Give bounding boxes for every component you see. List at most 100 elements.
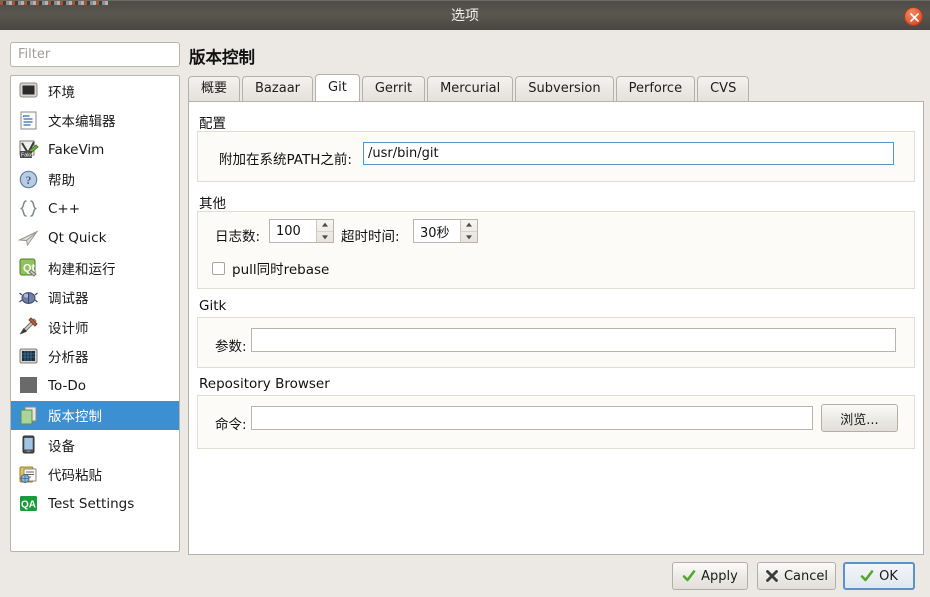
fakevim-icon: Fake <box>18 139 39 160</box>
sidebar-item-9[interactable]: 设计师 <box>11 312 179 342</box>
window-title: 选项 <box>451 8 479 24</box>
sidebar-item-label: FakeVim <box>48 141 105 158</box>
sidebar-item-label: 环境 <box>48 84 75 101</box>
group-title-repo-browser: Repository Browser <box>199 376 330 392</box>
tab-概要[interactable]: 概要 <box>188 76 241 101</box>
ok-label: OK <box>879 568 898 584</box>
sidebar-nav-list[interactable]: 环境 文本编辑器 Fake FakeVim? 帮助 C++ Qt Quick Qt 构建和运行调… <box>10 75 180 552</box>
svg-text:Fake: Fake <box>21 153 33 159</box>
page-title: 版本控制 <box>189 48 255 67</box>
analyzer-grid-icon <box>18 346 39 367</box>
tab-Gerrit[interactable]: Gerrit <box>361 76 426 101</box>
pull-rebase-label: pull同时rebase <box>232 262 330 278</box>
close-icon[interactable] <box>904 7 923 26</box>
browse-button[interactable]: 浏览... <box>821 404 898 432</box>
group-title-config: 配置 <box>199 116 226 132</box>
sidebar-item-3[interactable]: Fake FakeVim <box>11 135 179 165</box>
sidebar-item-label: 构建和运行 <box>48 261 116 278</box>
svg-text:QA: QA <box>21 500 36 511</box>
gitk-args-input[interactable] <box>251 328 896 352</box>
pull-rebase-checkbox-row[interactable]: pull同时rebase <box>212 258 329 278</box>
timeout-arrows[interactable] <box>460 220 477 242</box>
sidebar-item-12[interactable]: 版本控制 <box>11 400 179 430</box>
timeout-label: 超时时间: <box>341 229 400 245</box>
tab-CVS[interactable]: CVS <box>697 76 750 101</box>
sidebar-item-label: 设计师 <box>48 320 89 337</box>
sidebar-item-10[interactable]: 分析器 <box>11 342 179 372</box>
tab-Perforce[interactable]: Perforce <box>615 76 696 101</box>
sidebar-item-14[interactable]: 代码粘贴 <box>11 460 179 490</box>
pencil-ruler-icon <box>18 316 39 337</box>
close-x-glyph <box>910 13 919 22</box>
tab-Bazaar[interactable]: Bazaar <box>242 76 314 101</box>
tab-Subversion[interactable]: Subversion <box>515 76 614 101</box>
repo-command-label: 命令: <box>215 417 247 433</box>
sidebar-item-15[interactable]: QA Test Settings <box>11 489 179 519</box>
sidebar-item-2[interactable]: 文本编辑器 <box>11 106 179 136</box>
log-count-arrows[interactable] <box>316 220 333 242</box>
window-titlebar: 选项 <box>0 0 930 30</box>
device-phone-icon <box>18 434 39 455</box>
sidebar-item-4[interactable]: ? 帮助 <box>11 165 179 195</box>
sidebar-item-label: 调试器 <box>48 291 89 308</box>
bug-icon <box>18 287 39 308</box>
sidebar-item-label: 设备 <box>48 438 75 455</box>
tab-panel-git: 配置 附加在系统PATH之前: 其他 日志数: 100 超时时间: 30秒 pu… <box>188 101 924 555</box>
sidebar-item-label: 代码粘贴 <box>48 468 102 485</box>
log-count-down[interactable] <box>317 232 333 243</box>
dialog-button-bar: https://blog.csdn.net/weixin_40771505 Ap… <box>0 558 930 597</box>
sidebar-item-label: Test Settings <box>48 495 135 512</box>
sidebar-item-11[interactable]: To-Do <box>11 371 179 401</box>
log-count-value: 100 <box>276 223 301 239</box>
x-mark-icon <box>765 569 779 583</box>
sidebar-item-7[interactable]: Qt 构建和运行 <box>11 253 179 283</box>
log-count-up[interactable] <box>317 220 333 232</box>
cancel-label: Cancel <box>783 568 829 584</box>
sidebar-item-6[interactable]: Qt Quick <box>11 224 179 254</box>
monitor-icon <box>18 80 39 101</box>
apply-button[interactable]: Apply <box>672 562 748 590</box>
sidebar-item-label: 分析器 <box>48 350 89 367</box>
braces-icon <box>18 198 39 219</box>
code-paste-icon <box>18 464 39 485</box>
sidebar-item-label: 版本控制 <box>48 409 102 426</box>
svg-text:?: ? <box>26 175 32 187</box>
timeout-value: 30秒 <box>420 225 450 241</box>
options-dialog: 选项 环境文本编辑器 Fake FakeVim? 帮助 C++ Qt Quick Qt 构建和… <box>0 0 930 597</box>
log-count-stepper[interactable]: 100 <box>269 219 334 243</box>
check-mark-icon <box>860 569 874 583</box>
log-count-label: 日志数: <box>215 229 261 245</box>
sidebar-item-5[interactable]: C++ <box>11 194 179 224</box>
timeout-down[interactable] <box>461 232 477 243</box>
version-control-pages-icon <box>18 405 39 426</box>
sidebar-item-label: 帮助 <box>48 173 75 190</box>
pull-rebase-checkbox[interactable] <box>212 261 225 275</box>
text-document-icon <box>18 110 39 131</box>
sidebar-item-label: 文本编辑器 <box>48 114 116 131</box>
tab-Git[interactable]: Git <box>315 74 360 101</box>
help-question-icon: ? <box>18 169 39 190</box>
sidebar-item-1[interactable]: 环境 <box>11 76 179 106</box>
group-title-other: 其他 <box>199 196 226 212</box>
repo-command-input[interactable] <box>251 406 813 430</box>
path-prefix-label: 附加在系统PATH之前: <box>219 152 352 168</box>
todo-square-icon <box>18 375 39 396</box>
check-mark-icon <box>682 569 696 583</box>
sidebar-item-13[interactable]: 设备 <box>11 430 179 460</box>
timeout-up[interactable] <box>461 220 477 232</box>
sidebar-item-label: Qt Quick <box>48 230 107 247</box>
tab-bar[interactable]: 概要 Bazaar Git Gerrit Mercurial Subversion Perf… <box>188 74 924 102</box>
tab-Mercurial[interactable]: Mercurial <box>427 76 514 101</box>
search-input[interactable] <box>10 42 180 67</box>
qt-build-icon: Qt <box>18 257 39 278</box>
timeout-stepper[interactable]: 30秒 <box>413 219 478 243</box>
sidebar-item-label: To-Do <box>48 377 86 394</box>
qa-badge-icon: QA <box>18 493 39 514</box>
cancel-button[interactable]: Cancel <box>757 562 836 590</box>
group-title-gitk: Gitk <box>199 298 227 314</box>
paper-plane-icon <box>17 228 39 249</box>
path-prefix-input[interactable] <box>363 142 894 165</box>
sidebar-item-label: C++ <box>48 200 81 217</box>
ok-button[interactable]: OK <box>843 562 915 590</box>
sidebar-item-8[interactable]: 调试器 <box>11 283 179 313</box>
